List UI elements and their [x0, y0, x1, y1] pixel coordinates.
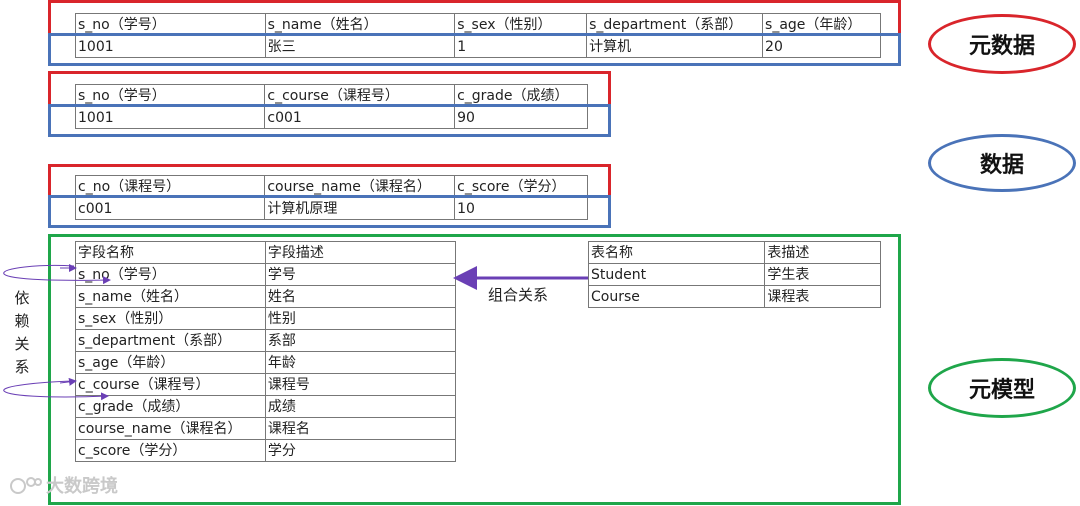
watermark-text: 大数跨境: [46, 476, 118, 497]
arrows-overlay: [3, 264, 588, 401]
watermark: 大数跨境: [8, 472, 118, 498]
watermark-logo-icon: [10, 477, 42, 494]
dependency-arrow-bottom-outer: [3, 380, 109, 401]
dependency-arrow-top-outer: [3, 264, 111, 285]
